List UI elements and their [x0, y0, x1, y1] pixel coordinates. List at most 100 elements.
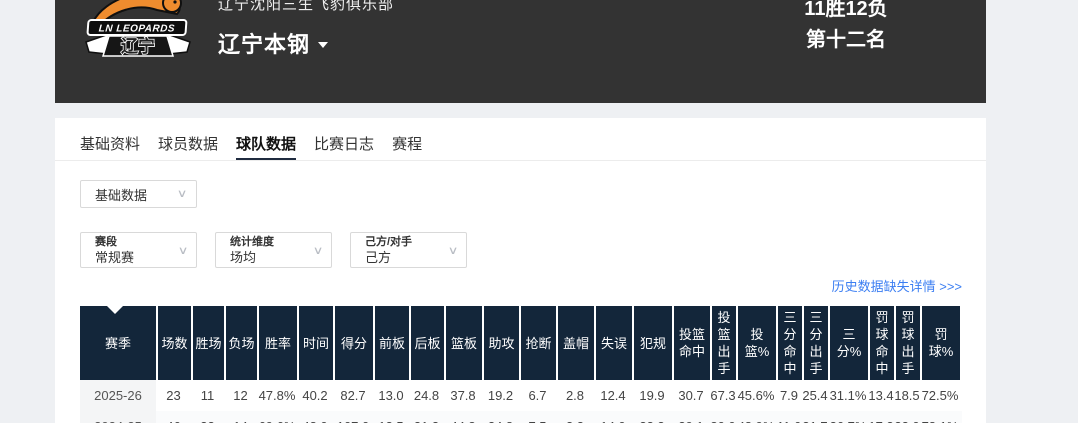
column-header: 赛季 — [80, 306, 156, 380]
stat-cell: 67.3 — [710, 380, 736, 411]
column-header: 后板 — [409, 306, 444, 380]
table-body: 2025-2623111247.8%40.282.713.024.837.819… — [80, 380, 962, 423]
stat-cell: 36.7% — [828, 411, 868, 423]
column-header: 得分 — [333, 306, 373, 380]
stat-cell: 23.2 — [632, 411, 672, 423]
content-card: 基础资料 球员数据 球队数据 比赛日志 赛程 基础数据 ∨ 赛段 常规赛 ∨ 统… — [55, 118, 986, 423]
stage-filter[interactable]: 赛段 常规赛 ∨ — [80, 232, 197, 268]
stat-cell: 48.9% — [736, 411, 776, 423]
team-rank: 第十二名 — [761, 25, 931, 56]
stat-cell: 14 — [224, 411, 257, 423]
stat-cell: 13.4 — [868, 380, 894, 411]
tab-game-log[interactable]: 比赛日志 — [314, 133, 374, 160]
stat-cell: 69.6% — [257, 411, 297, 423]
chevron-down-icon: ∨ — [178, 246, 189, 257]
table-header-row: 赛季场数胜场负场胜率时间得分前板后板篮板助攻抢断盖帽失误犯规投篮命中投篮出手投篮… — [80, 306, 962, 380]
team-name-dropdown[interactable]: 辽宁本钢 — [218, 27, 328, 59]
stat-cell: 45.6% — [736, 380, 776, 411]
stat-cell: 11.6 — [776, 411, 802, 423]
column-header: 投篮出手 — [710, 306, 736, 380]
club-name: 辽宁沈阳三生飞豹俱乐部 — [218, 0, 394, 14]
column-header: 篮板 — [444, 306, 482, 380]
leopard-logo-graphic: LN LEOPARDS 辽宁 — [85, 0, 191, 64]
stat-cell: 78.1% — [920, 411, 960, 423]
stat-cell: 13.0 — [373, 380, 409, 411]
column-header: 盖帽 — [556, 306, 594, 380]
stat-cell: 22.0 — [894, 411, 920, 423]
stat-cell: 2.8 — [556, 380, 594, 411]
svg-text:LN LEOPARDS: LN LEOPARDS — [98, 24, 175, 35]
stat-cell: 14.0 — [594, 411, 632, 423]
stat-cell: 44.8 — [444, 411, 482, 423]
side-filter-value: 己方 — [365, 250, 444, 266]
stat-cell: 30.7 — [672, 380, 710, 411]
stat-cell: 48.0 — [297, 411, 333, 423]
column-header: 场数 — [156, 306, 191, 380]
tab-team-stats[interactable]: 球队数据 — [236, 133, 296, 160]
stat-cell: 23 — [156, 380, 191, 411]
tab-player-stats[interactable]: 球员数据 — [158, 133, 218, 160]
team-record: 11胜12负 — [761, 0, 931, 25]
stat-cell: 12 — [224, 380, 257, 411]
column-header: 负场 — [224, 306, 257, 380]
column-header: 失误 — [594, 306, 632, 380]
stat-cell: 40.2 — [297, 380, 333, 411]
stat-cell: 72.5% — [920, 380, 960, 411]
table-row: 2025-2623111247.8%40.282.713.024.837.819… — [80, 380, 962, 411]
stat-dimension-filter[interactable]: 统计维度 场均 ∨ — [215, 232, 332, 268]
stat-cell: 7.9 — [776, 380, 802, 411]
chevron-down-icon: ∨ — [177, 189, 188, 200]
column-header: 犯规 — [632, 306, 672, 380]
table-row: 2024-2546321469.6%48.0107.013.531.344.82… — [80, 411, 962, 423]
tab-basic-info[interactable]: 基础资料 — [80, 133, 140, 160]
stat-cell: 107.0 — [333, 411, 373, 423]
history-missing-link[interactable]: 历史数据缺失详情 >>> — [832, 276, 962, 295]
column-header: 罚球命中 — [868, 306, 894, 380]
caret-down-icon — [318, 42, 328, 48]
stat-cell: 25.4 — [802, 380, 828, 411]
column-header: 投篮命中 — [672, 306, 710, 380]
season-cell: 2025-26 — [80, 380, 156, 411]
data-category-value: 基础数据 — [95, 185, 147, 204]
stat-cell: 31.1% — [828, 380, 868, 411]
stat-cell: 19.9 — [632, 380, 672, 411]
stat-cell: 17.2 — [868, 411, 894, 423]
column-header: 三分命中 — [776, 306, 802, 380]
stat-dimension-label: 统计维度 — [230, 235, 309, 250]
tab-bar: 基础资料 球员数据 球队数据 比赛日志 赛程 — [55, 118, 986, 161]
column-header: 三分出手 — [802, 306, 828, 380]
stat-cell: 31.3 — [409, 411, 444, 423]
stat-cell: 19.2 — [482, 380, 519, 411]
team-header: LN LEOPARDS 辽宁 辽宁沈阳三生飞豹俱乐部 辽宁本钢 11胜12负 第… — [55, 0, 986, 103]
column-header: 抢断 — [519, 306, 556, 380]
stat-cell: 24.8 — [482, 411, 519, 423]
stat-cell: 37.8 — [444, 380, 482, 411]
stat-cell: 7.5 — [519, 411, 556, 423]
team-record-block: 11胜12负 第十二名 — [761, 0, 931, 56]
stat-cell: 24.8 — [409, 380, 444, 411]
stat-cell: 80.0 — [710, 411, 736, 423]
stat-cell: 31.7 — [802, 411, 828, 423]
chevron-down-icon: ∨ — [448, 246, 459, 257]
column-header: 胜场 — [191, 306, 224, 380]
stat-cell: 32 — [191, 411, 224, 423]
column-header: 罚球出手 — [894, 306, 920, 380]
chevron-down-icon: ∨ — [313, 246, 324, 257]
team-logo: LN LEOPARDS 辽宁 — [85, 0, 191, 64]
tab-schedule[interactable]: 赛程 — [392, 133, 422, 160]
stat-cell: 39.1 — [672, 411, 710, 423]
stat-cell: 13.5 — [373, 411, 409, 423]
stat-cell: 46 — [156, 411, 191, 423]
stat-cell: 11 — [191, 380, 224, 411]
stat-cell: 6.7 — [519, 380, 556, 411]
stage-filter-value: 常规赛 — [95, 250, 174, 266]
svg-text:辽宁: 辽宁 — [121, 36, 155, 56]
team-name: 辽宁本钢 — [218, 27, 310, 59]
side-filter[interactable]: 己方/对手 己方 ∨ — [350, 232, 467, 268]
column-header: 三分% — [828, 306, 868, 380]
data-category-select[interactable]: 基础数据 ∨ — [80, 180, 197, 208]
column-header: 罚球% — [920, 306, 960, 380]
stat-cell: 47.8% — [257, 380, 297, 411]
stat-dimension-value: 场均 — [230, 250, 309, 266]
stat-cell: 82.7 — [333, 380, 373, 411]
